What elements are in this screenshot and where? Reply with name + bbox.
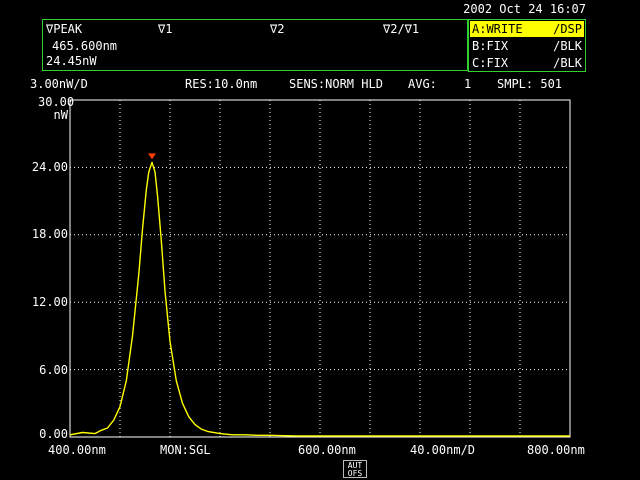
auto-offset-button[interactable]: AUT OFS [343, 460, 367, 478]
spectrum-trace [69, 161, 570, 437]
x-axis-center: 600.00nm [298, 443, 356, 457]
x-axis-start: 400.00nm [48, 443, 106, 457]
x-axis-stop: 800.00nm [527, 443, 585, 457]
x-axis-span: 40.00nm/D [410, 443, 476, 457]
peak-marker [148, 153, 156, 160]
auto-offset-line2: OFS [347, 469, 363, 478]
monitor-mode: MON:SGL [160, 443, 211, 457]
spectrum-plot[interactable] [0, 0, 640, 480]
plot-grid [70, 100, 570, 437]
